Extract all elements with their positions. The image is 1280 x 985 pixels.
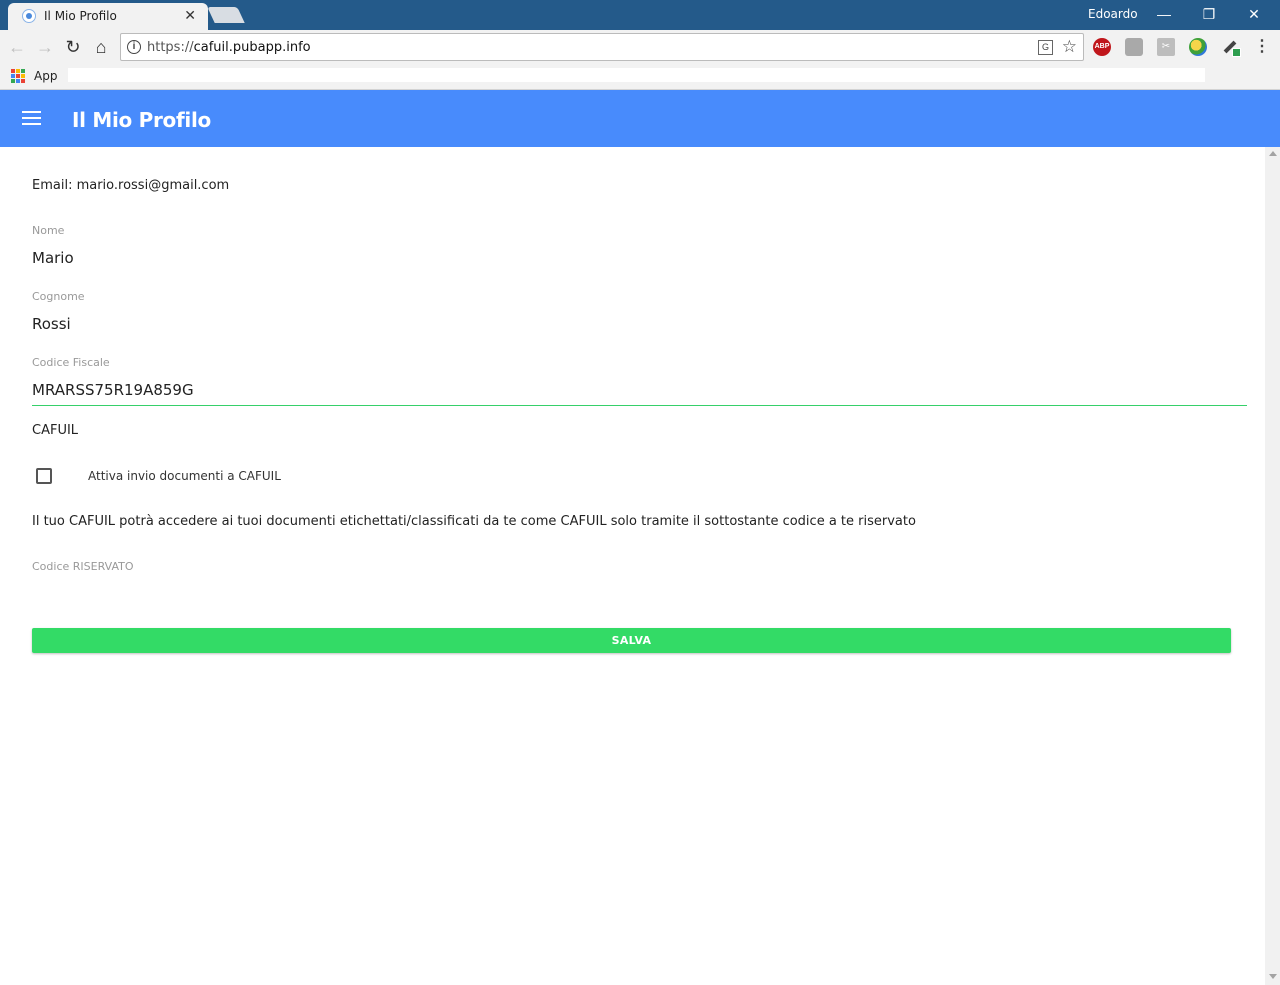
site-info-icon[interactable]: i [127,40,141,54]
adblock-extension-icon[interactable]: ABP [1093,38,1111,56]
codice-riservato-field[interactable] [32,585,1231,605]
shopping-bag-extension-icon[interactable] [1125,38,1143,56]
bookmark-apps[interactable]: App [34,69,57,83]
codice-fiscale-label: Codice Fiscale [32,356,110,369]
cafuil-info-text: Il tuo CAFUIL potrà accedere ai tuoi doc… [32,514,916,529]
translate-icon[interactable]: G [1038,40,1053,55]
eyedropper-extension-icon[interactable] [1221,38,1241,57]
nome-field[interactable]: Mario [32,249,74,267]
close-window-icon[interactable]: ✕ [1244,4,1264,24]
scroll-up-arrow-icon[interactable] [1269,151,1277,156]
cognome-label: Cognome [32,290,85,303]
apps-grid-dot [16,69,20,73]
restore-icon[interactable]: ❐ [1199,4,1219,24]
nome-label: Nome [32,224,65,237]
browser-titlebar: Il Mio Profilo ✕ Edoardo — ❐ ✕ [0,0,1280,30]
bookmarks-area [68,68,1205,82]
url-host: cafuil.pubapp.info [193,40,311,55]
menu-hamburger-icon[interactable] [22,111,41,125]
address-bar[interactable]: i https://cafuil.pubapp.info G ☆ [120,33,1084,61]
reload-icon[interactable]: ↻ [62,36,84,58]
apps-grid-dot [11,79,15,83]
browser-tab[interactable]: Il Mio Profilo ✕ [8,3,208,30]
back-arrow-icon[interactable]: ← [6,36,28,58]
url-scheme: https:// [147,40,194,55]
apps-grid-dot [21,79,25,83]
apps-grid-dot [11,74,15,78]
tab-favicon-icon [22,9,36,23]
tab-title: Il Mio Profilo [44,9,117,23]
browser-menu-icon[interactable]: ⋮ [1254,37,1270,57]
app-header: Il Mio Profilo [0,90,1280,147]
page-title: Il Mio Profilo [72,108,211,132]
apps-grid-dot [21,74,25,78]
cognome-field[interactable]: Rossi [32,315,71,333]
page-scrollbar[interactable] [1265,147,1280,985]
profile-form: Email: mario.rossi@gmail.com Nome Mario … [0,147,1265,985]
minimize-icon[interactable]: — [1154,4,1174,24]
codice-fiscale-field[interactable]: MRARSS75R19A859G [32,381,194,399]
apps-grid-dot [21,69,25,73]
home-icon[interactable]: ⌂ [90,36,112,58]
profile-name[interactable]: Edoardo [1088,7,1138,21]
save-button[interactable]: SALVA [32,628,1231,653]
new-tab-button[interactable] [207,7,245,23]
codice-fiscale-underline [32,405,1247,406]
cafuil-section-title: CAFUIL [32,423,79,438]
email-text: Email: mario.rossi@gmail.com [32,178,230,193]
cafuil-checkbox-label[interactable]: Attiva invio documenti a CAFUIL [88,469,281,483]
apps-grid-dot [11,69,15,73]
apps-grid-dot [16,79,20,83]
cafuil-checkbox[interactable] [36,468,52,484]
scroll-down-arrow-icon[interactable] [1269,974,1277,979]
tab-close-icon[interactable]: ✕ [184,7,196,24]
forward-arrow-icon[interactable]: → [34,36,56,58]
url-text: https://cafuil.pubapp.info [147,40,311,55]
browser-toolbar: ← → ↻ ⌂ i https://cafuil.pubapp.info G ☆… [0,30,1280,64]
apps-grid-dot [16,74,20,78]
pdf-extension-icon[interactable]: ✂ [1157,38,1175,56]
bookmark-star-icon[interactable]: ☆ [1062,37,1077,57]
apps-grid-icon[interactable] [11,69,25,83]
bookmarks-bar: App [0,64,1280,90]
globe-extension-icon[interactable] [1189,38,1207,56]
codice-riservato-label: Codice RISERVATO [32,560,134,573]
